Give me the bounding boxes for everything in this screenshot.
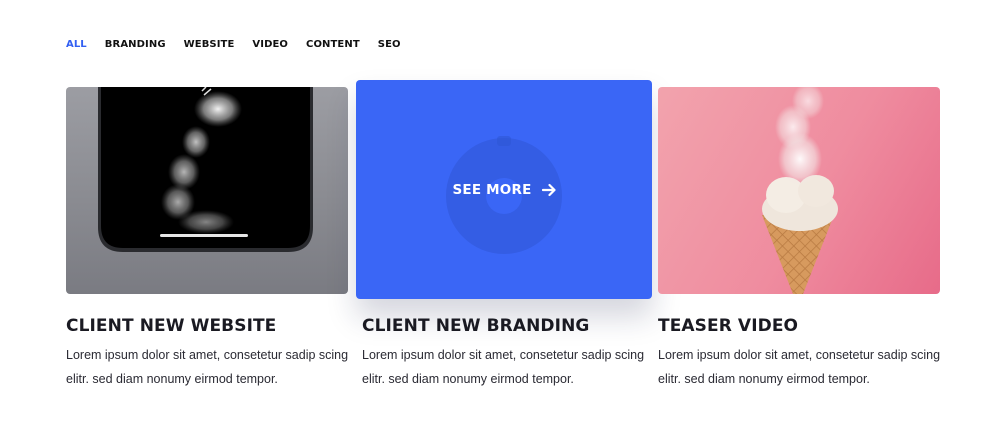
ice-cream-smoke-image[interactable] — [658, 87, 940, 294]
see-more-button[interactable]: SEE MORE — [356, 80, 652, 299]
portfolio-grid: CLIENT NEW WEBSITE Lorem ipsum dolor sit… — [0, 0, 1005, 427]
arrow-right-icon — [541, 183, 556, 197]
ice-cream-illustration — [762, 87, 838, 294]
card-description: Lorem ipsum dolor sit amet, consetetur s… — [658, 348, 941, 386]
phone-smoke-image[interactable] — [66, 87, 348, 294]
card-title[interactable]: CLIENT NEW BRANDING — [362, 316, 589, 336]
card-description: Lorem ipsum dolor sit amet, consetetur s… — [362, 348, 645, 386]
donut-image[interactable]: SEE MORE — [356, 80, 652, 299]
phone-illustration — [98, 87, 313, 252]
card-title[interactable]: TEASER VIDEO — [658, 316, 798, 336]
card-title[interactable]: CLIENT NEW WEBSITE — [66, 316, 276, 336]
see-more-label: SEE MORE — [452, 181, 532, 198]
card-description: Lorem ipsum dolor sit amet, consetetur s… — [66, 348, 349, 386]
